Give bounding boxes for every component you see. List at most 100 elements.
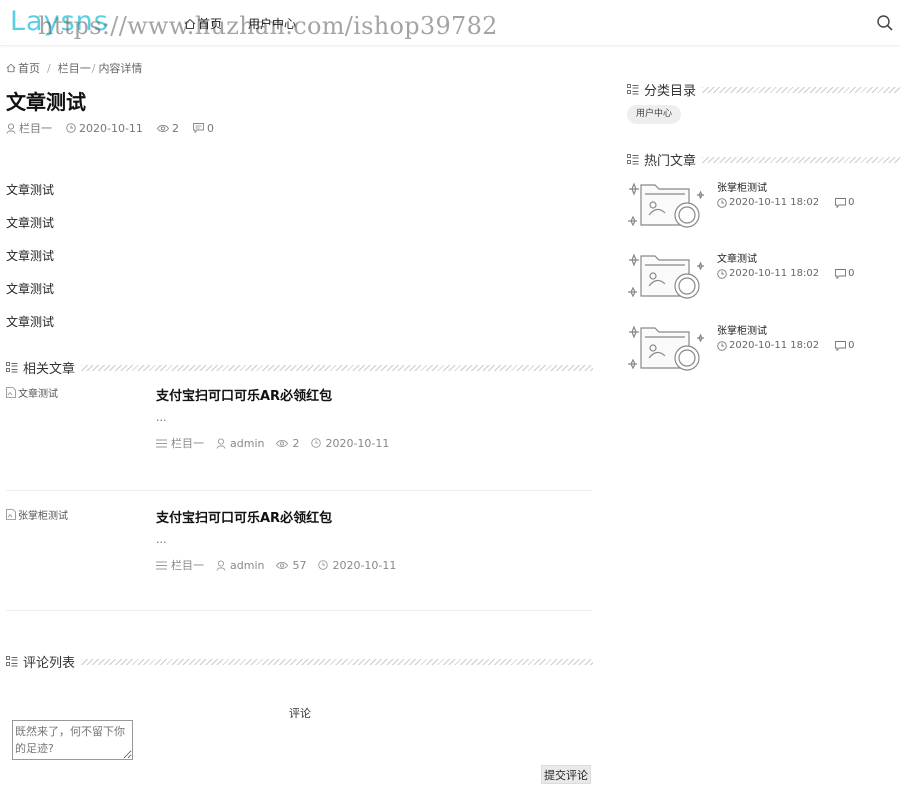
meta-date-label: 2020-10-11 — [332, 558, 397, 572]
search-button[interactable] — [876, 14, 894, 32]
meta-category[interactable]: 栏目一 — [156, 435, 204, 451]
breadcrumb-home[interactable]: 首页 — [6, 60, 40, 76]
meta-author-label: admin — [230, 436, 265, 450]
meta-comments-count: 0 — [848, 340, 855, 351]
submit-comment-button[interactable]: 提交评论 — [541, 765, 591, 784]
site-header: Laysns https://www.huzhan.com/ishop39782… — [0, 0, 900, 46]
hot-section-title: 热门文章 — [627, 150, 900, 169]
meta-views-count: 57 — [292, 558, 307, 572]
meta-date-label: 2020-10-11 18:02 — [729, 197, 820, 208]
home-icon — [184, 18, 196, 30]
hot-article-title[interactable]: 文章测试 — [717, 250, 757, 265]
comment-icon — [835, 340, 847, 351]
meta-comments: 0 — [835, 340, 855, 351]
title-divider — [702, 86, 900, 93]
meta-views-count: 2 — [171, 121, 179, 135]
comments-section-title: 评论列表 — [6, 652, 593, 671]
meta-views: 2 — [156, 120, 179, 136]
user-icon — [216, 437, 226, 449]
hot-article-item[interactable]: 张掌柜测试 2020-10-11 18:02 0 — [627, 320, 897, 372]
hot-article-title[interactable]: 张掌柜测试 — [717, 179, 767, 194]
image-placeholder-icon[interactable] — [627, 248, 707, 300]
meta-date-label: 2020-10-11 18:02 — [729, 268, 820, 279]
hot-article-title[interactable]: 张掌柜测试 — [717, 322, 767, 337]
hot-article-item[interactable]: 文章测试 2020-10-11 18:02 0 — [627, 248, 897, 300]
meta-comments-count: 0 — [848, 268, 855, 279]
related-item-excerpt: ... — [156, 533, 167, 546]
meta-date: 2020-10-11 — [318, 557, 396, 573]
article-title: 文章测试 — [6, 90, 86, 114]
categories-title-text: 分类目录 — [644, 84, 697, 99]
breadcrumb-category[interactable]: 栏目一 — [58, 60, 91, 76]
title-divider — [81, 658, 593, 665]
meta-date-label: 2020-10-11 18:02 — [729, 340, 820, 351]
article-paragraph: 文章测试 — [6, 249, 55, 263]
breadcrumb-current: 内容详情 — [98, 62, 143, 75]
title-divider — [81, 364, 593, 371]
meta-date: 2020-10-11 18:02 — [717, 268, 819, 279]
related-thumbnail[interactable]: 张掌柜测试 — [6, 507, 68, 522]
section-icon — [627, 84, 639, 95]
meta-date: 2020-10-11 — [311, 435, 389, 451]
related-item[interactable]: 张掌柜测试 支付宝扫可口可乐AR必领红包 ... 栏目一 admin 57 20… — [6, 507, 592, 611]
meta-comments: 0 — [192, 120, 214, 136]
nav-item-label: 用户中心 — [248, 17, 297, 31]
related-item-title[interactable]: 支付宝扫可口可乐AR必领红包 — [156, 385, 332, 404]
article-paragraph: 文章测试 — [6, 216, 55, 230]
eye-icon — [276, 439, 289, 448]
section-icon — [6, 362, 18, 373]
meta-date: 2020-10-11 18:02 — [717, 340, 819, 351]
categories-section-title: 分类目录 — [627, 80, 900, 99]
clock-icon — [717, 340, 727, 351]
related-item-meta: 栏目一 admin 2 2020-10-11 — [156, 435, 389, 451]
nav-item-label: 首页 — [198, 17, 223, 31]
article-meta: 栏目一 2020-10-11 2 0 — [6, 120, 214, 136]
meta-category[interactable]: 栏目一 — [6, 120, 52, 136]
breadcrumb-separator: / — [47, 61, 51, 75]
comment-icon — [192, 123, 204, 133]
clock-icon — [311, 438, 322, 448]
clock-icon — [717, 197, 727, 208]
comment-icon — [835, 268, 847, 279]
meta-author: admin — [216, 557, 264, 573]
related-item-meta: 栏目一 admin 57 2020-10-11 — [156, 557, 396, 573]
article-paragraph: 文章测试 — [6, 282, 55, 296]
comment-textarea[interactable] — [12, 720, 133, 760]
meta-author-label: admin — [230, 558, 265, 572]
related-item-title[interactable]: 支付宝扫可口可乐AR必领红包 — [156, 507, 332, 526]
title-divider — [702, 156, 900, 163]
hot-article-item[interactable]: 张掌柜测试 2020-10-11 18:02 0 — [627, 177, 897, 229]
hot-article-meta: 2020-10-11 18:02 0 — [717, 268, 855, 279]
article-paragraph: 文章测试 — [6, 183, 55, 197]
meta-date-label: 2020-10-11 — [79, 121, 143, 135]
related-thumbnail[interactable]: 文章测试 — [6, 385, 58, 400]
meta-category[interactable]: 栏目一 — [156, 557, 204, 573]
home-icon — [6, 63, 16, 73]
comment-icon — [835, 197, 847, 208]
category-tag[interactable]: 用户中心 — [627, 105, 682, 124]
thumbnail-alt-text: 文章测试 — [18, 389, 58, 400]
breadcrumb-separator: / — [91, 61, 96, 75]
broken-image-icon — [6, 387, 16, 398]
thumbnail-alt-text: 张掌柜测试 — [18, 511, 68, 522]
list-icon — [156, 439, 167, 448]
image-placeholder-icon[interactable] — [627, 320, 707, 372]
nav-item-user-center[interactable]: 用户中心 — [248, 15, 296, 32]
related-item[interactable]: 文章测试 支付宝扫可口可乐AR必领红包 ... 栏目一 admin 2 2020… — [6, 385, 592, 491]
meta-date-label: 2020-10-11 — [325, 436, 390, 450]
nav-item-home[interactable]: 首页 — [184, 15, 222, 32]
clock-icon — [717, 268, 727, 279]
list-icon — [156, 561, 167, 570]
meta-author: admin — [216, 435, 264, 451]
article-body: 文章测试 文章测试 文章测试 文章测试 文章测试 — [6, 182, 54, 347]
breadcrumb-home-label: 首页 — [18, 62, 40, 75]
broken-image-icon — [6, 509, 16, 520]
meta-comments: 0 — [835, 197, 855, 208]
clock-icon — [66, 123, 76, 133]
meta-category-label: 栏目一 — [19, 122, 52, 135]
main-nav: 首页 用户中心 — [184, 15, 296, 32]
meta-views: 2 — [276, 435, 299, 451]
meta-comments-count: 0 — [848, 197, 855, 208]
image-placeholder-icon[interactable] — [627, 177, 707, 229]
related-title-text: 相关文章 — [23, 362, 76, 377]
